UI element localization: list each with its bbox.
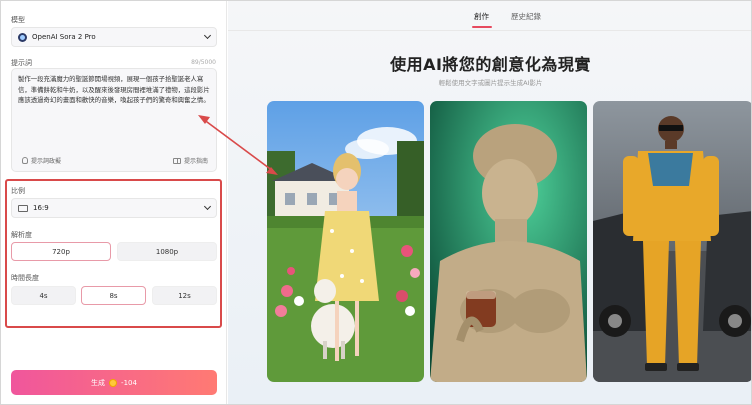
generate-label: 生成 [91, 378, 106, 387]
resolution-option-1080p[interactable]: 1080p [117, 242, 217, 261]
tab-create[interactable]: 創作 [474, 11, 489, 22]
tab-history[interactable]: 歷史紀錄 [511, 11, 541, 22]
openai-logo-icon [18, 32, 27, 42]
prompt-label: 提示詞 [11, 59, 32, 67]
book-icon [172, 157, 181, 164]
coin-icon [109, 378, 118, 387]
sample-image-statue-drink[interactable] [430, 101, 587, 382]
duration-option-4s[interactable]: 4s [11, 286, 76, 305]
prompt-textarea[interactable]: 製作一段充滿魔力的聖誕節開場視頻，展現一個孩子拾聖誕老人寫信，準備餅乾和牛奶，以… [11, 68, 217, 172]
resolution-label: 解析度 [11, 231, 32, 239]
prompt-guide-label: 提示指南 [183, 158, 208, 165]
lightbulb-icon [22, 157, 28, 164]
chevron-down-icon [203, 202, 212, 211]
generate-cost: -104 [121, 378, 137, 387]
tab-bar: 創作 歷史紀錄 [228, 1, 751, 31]
model-value: OpenAI Sora 2 Pro [32, 33, 96, 41]
duration-option-12s[interactable]: 12s [152, 286, 217, 305]
app-window: 模型 OpenAI Sora 2 Pro 提示詞 89/5000 製作一段充滿魔… [0, 0, 752, 405]
resolution-option-720p[interactable]: 720p [11, 242, 111, 261]
prompt-suggest-button[interactable]: 提示詞政擬 [22, 156, 61, 165]
ratio-value: 16:9 [33, 204, 49, 212]
sample-image-racer[interactable] [593, 101, 751, 382]
prompt-guide-button[interactable]: 提示指南 [172, 156, 208, 165]
model-label: 模型 [11, 16, 25, 24]
duration-label: 時間長度 [11, 274, 39, 282]
ratio-label: 比例 [11, 187, 25, 195]
chevron-down-icon [203, 31, 212, 40]
ratio-select[interactable]: 16:9 [11, 198, 217, 218]
model-select[interactable]: OpenAI Sora 2 Pro [11, 27, 217, 47]
prompt-char-count: 89/5000 [191, 59, 216, 66]
active-tab-indicator [472, 26, 492, 28]
prompt-text: 製作一段充滿魔力的聖誕節開場視頻，展現一個孩子拾聖誕老人寫信，準備餅乾和牛奶，以… [18, 75, 210, 105]
page-subheadline: 輕鬆使用文字或圖片提示生成AI影片 [438, 79, 543, 87]
generate-button[interactable]: 生成 -104 [11, 370, 217, 395]
tab-divider [228, 30, 751, 31]
sample-image-girl-lamb[interactable] [267, 101, 424, 382]
prompt-suggest-label: 提示詞政擬 [31, 158, 62, 165]
settings-panel: 模型 OpenAI Sora 2 Pro 提示詞 89/5000 製作一段充滿魔… [1, 1, 227, 404]
showcase-area: 創作 歷史紀錄 使用AI將您的創意化為現實 輕鬆使用文字或圖片提示生成AI影片 [228, 1, 751, 404]
duration-option-8s[interactable]: 8s [81, 286, 146, 305]
aspect-ratio-icon [18, 204, 28, 212]
page-headline: 使用AI將您的創意化為現實 [390, 55, 591, 74]
